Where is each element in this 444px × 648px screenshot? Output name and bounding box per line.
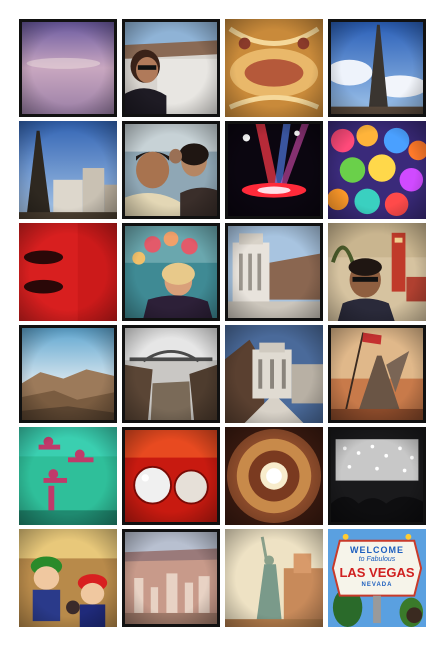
photo-hazy-desert-sky <box>19 19 117 117</box>
photo-collage: WELCOME to Fabulous LAS VEGAS NEVADA <box>19 19 426 627</box>
photo-welcome-to-las-vegas-sign: WELCOME to Fabulous LAS VEGAS NEVADA <box>328 529 426 627</box>
photo-concert-stage-lights <box>225 121 323 219</box>
photo-ornate-ceiling <box>225 19 323 117</box>
photo-dam-intake-tower <box>225 223 323 321</box>
photo-group-selfie <box>122 121 220 219</box>
photo-dam-building-walkway <box>225 325 323 423</box>
photo-acrobat-sculptures <box>19 427 117 525</box>
photo-city-aerial-view <box>122 529 220 627</box>
photo-statue-of-liberty-replica <box>225 529 323 627</box>
photo-eiffel-tower-replica-clouds <box>328 19 426 117</box>
photo-red-lips <box>19 223 117 321</box>
photo-red-spheres-reflection <box>122 427 220 525</box>
photo-eiffel-tower-and-hotels <box>19 121 117 219</box>
photo-mario-and-luigi-figures <box>19 529 117 627</box>
photo-man-selfie-with-sign <box>328 223 426 321</box>
photo-desert-canyon <box>19 325 117 423</box>
photo-bridge-over-canyon <box>122 325 220 423</box>
photo-dome-ceiling <box>225 427 323 525</box>
photo-glass-flower-ceiling <box>328 121 426 219</box>
photo-lights-ceiling-crowd <box>328 427 426 525</box>
photo-winged-statue-flag <box>328 325 426 423</box>
photo-woman-with-balloons <box>122 223 220 321</box>
photo-woman-at-hoover-dam <box>122 19 220 117</box>
